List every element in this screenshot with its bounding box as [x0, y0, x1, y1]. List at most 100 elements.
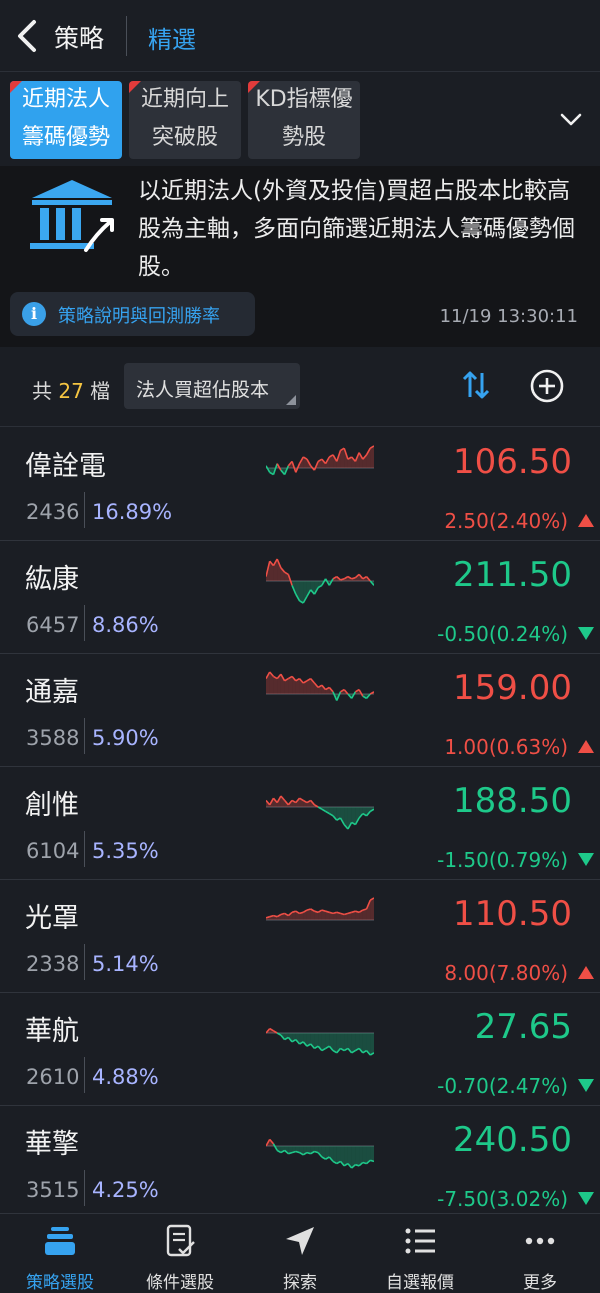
hot-flag-icon: [248, 81, 260, 93]
stock-row[interactable]: 華擎 3515 4.25% 240.50 -7.50(3.02%): [0, 1106, 600, 1219]
stock-name: 華擎: [25, 1129, 79, 1160]
stack-icon: [45, 1227, 75, 1255]
hot-flag-icon: [10, 81, 22, 93]
institutional-ratio: 5.14%: [92, 952, 159, 976]
stock-name: 偉詮電: [25, 451, 106, 482]
nav-condition-picks[interactable]: 條件選股: [120, 1214, 240, 1293]
stock-row[interactable]: 偉詮電 2436 16.89% 106.50 2.50(2.40%): [0, 428, 600, 541]
stock-price: 27.65: [474, 1007, 572, 1047]
list-toolbar: 共 27 檔 法人買超佔股本: [0, 347, 600, 427]
stock-name: 創惟: [25, 790, 79, 821]
stock-row[interactable]: 紘康 6457 8.86% 211.50 -0.50(0.24%): [0, 541, 600, 654]
sparkline-segment: [325, 910, 330, 914]
count-prefix: 共: [32, 379, 52, 403]
stock-name: 紘康: [25, 564, 79, 595]
sparkline-segment: [347, 911, 352, 915]
page-title: 策略: [54, 24, 105, 53]
tab-featured[interactable]: 精選: [148, 20, 196, 55]
strategy-info-label: 策略說明與回測勝率: [58, 306, 220, 327]
sparkline-area: [355, 1146, 360, 1166]
up-triangle-icon: [578, 740, 594, 753]
sort-field-select[interactable]: 法人買超佔股本: [124, 363, 300, 409]
sparkline-segment: [273, 914, 278, 918]
down-triangle-icon: [578, 1192, 594, 1205]
institutional-ratio: 16.89%: [92, 500, 173, 524]
nav-watchlist[interactable]: 自選報價: [360, 1214, 480, 1293]
sparkline-segment: [355, 1163, 360, 1167]
sparkline-area: [362, 1146, 367, 1164]
sparkline-chart: [266, 897, 374, 921]
nav-strategy-picks[interactable]: 策略選股: [0, 1214, 120, 1293]
institutional-ratio: 4.88%: [92, 1065, 159, 1089]
price-change: -0.50(0.24%): [437, 622, 568, 646]
sparkline-area: [344, 1146, 348, 1166]
sparkline-segment: [351, 910, 356, 914]
count-number: 27: [58, 379, 84, 403]
sparkline-segment: [351, 576, 356, 580]
sparkline-segment: [321, 909, 326, 912]
bottom-nav: 策略選股 條件選股 探索 自選報價 更多: [0, 1213, 600, 1293]
stock-row[interactable]: 華航 2610 4.88% 27.65 -0.70(2.47%): [0, 993, 600, 1106]
sparkline-area: [333, 1033, 337, 1053]
sparkline-chart: [266, 1027, 374, 1056]
sort-field-label: 法人買超佔股本: [136, 379, 270, 401]
institutional-ratio: 8.86%: [92, 613, 159, 637]
dropdown-corner-icon: [286, 395, 296, 405]
stock-price: 240.50: [453, 1120, 572, 1160]
stock-code: 3588: [26, 726, 80, 750]
institutional-ratio: 4.25%: [92, 1178, 159, 1202]
row-divider: [84, 1170, 85, 1206]
stock-code: 2610: [26, 1065, 80, 1089]
sparkline-segment: [343, 912, 349, 916]
sparkline-chart: [266, 1138, 374, 1169]
top-bar: 策略 精選: [0, 0, 600, 72]
sparkline-segment: [329, 911, 334, 915]
sparkline-area: [299, 581, 304, 603]
sparkline-segment: [288, 1151, 293, 1155]
sparkline-area: [340, 448, 345, 468]
stock-price: 159.00: [453, 668, 572, 708]
nav-label: 條件選股: [146, 1273, 214, 1293]
institutional-ratio: 5.35%: [92, 839, 159, 863]
stock-row[interactable]: 創惟 6104 5.35% 188.50 -1.50(0.79%): [0, 767, 600, 880]
add-circle-icon[interactable]: [530, 369, 564, 403]
nav-label: 更多: [523, 1273, 557, 1293]
nav-label: 策略選股: [26, 1273, 94, 1293]
sparkline-segment: [362, 1161, 367, 1165]
sparkline-segment: [340, 578, 345, 581]
sort-order-icon[interactable]: [460, 369, 492, 401]
chip-label-line1: 近期法人: [21, 87, 110, 112]
stock-price: 211.50: [453, 555, 572, 595]
sparkline-area: [370, 1146, 374, 1162]
row-divider: [84, 944, 85, 980]
back-arrow-icon[interactable]: [12, 18, 44, 54]
nav-label: 探索: [283, 1273, 317, 1293]
sparkline-segment: [370, 1159, 374, 1163]
strategy-info-button[interactable]: i 策略說明與回測勝率: [10, 292, 255, 336]
strategy-chip-kd[interactable]: KD指標優 勢股: [248, 81, 360, 159]
stock-name: 通嘉: [25, 677, 79, 708]
nav-explore[interactable]: 探索: [240, 1214, 360, 1293]
sparkline-chart: [266, 558, 374, 604]
sparkline-segment: [266, 915, 270, 919]
sparkline-segment: [306, 1151, 311, 1155]
up-triangle-icon: [578, 514, 594, 527]
stock-code: 6104: [26, 839, 80, 863]
sparkline-segment: [355, 910, 360, 914]
stock-row[interactable]: 光罩 2338 5.14% 110.50 8.00(7.80%): [0, 880, 600, 993]
strategy-chip-breakout[interactable]: 近期向上 突破股: [129, 81, 241, 159]
chevron-down-icon[interactable]: [558, 106, 584, 132]
price-change: 2.50(2.40%): [444, 509, 568, 533]
row-divider: [84, 492, 85, 528]
nav-more[interactable]: 更多: [480, 1214, 600, 1293]
update-timestamp: 11/19 13:30:11: [439, 306, 578, 327]
sparkline-segment: [295, 1150, 300, 1154]
sparkline-segment: [314, 1150, 319, 1154]
stock-row[interactable]: 通嘉 3588 5.90% 159.00 1.00(0.63%): [0, 654, 600, 767]
row-divider: [84, 605, 85, 641]
sparkline-area: [351, 1033, 356, 1053]
sparkline-chart: [266, 445, 374, 476]
stock-code: 6457: [26, 613, 80, 637]
stock-price: 110.50: [453, 894, 572, 934]
strategy-chip-institutional[interactable]: 近期法人 籌碼優勢: [10, 81, 122, 159]
